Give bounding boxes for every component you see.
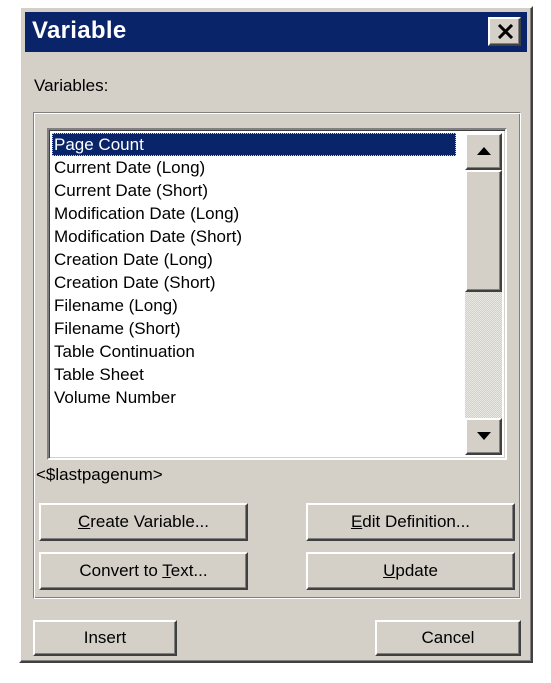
convert-to-text-button[interactable]: Convert to Text... <box>39 552 248 590</box>
close-button[interactable] <box>488 17 521 46</box>
update-label-post: pdate <box>395 561 438 580</box>
list-item[interactable]: Creation Date (Short) <box>52 271 456 294</box>
edit-definition-button[interactable]: Edit Definition... <box>306 503 515 541</box>
variables-listbox[interactable]: Page Count Current Date (Long) Current Dat… <box>47 128 507 460</box>
create-variable-button[interactable]: Create Variable... <box>39 503 248 541</box>
edit-definition-label-post: dit Definition... <box>362 512 471 531</box>
variables-label: Variables: <box>34 76 109 95</box>
update-mnemonic: U <box>383 561 396 580</box>
vertical-scrollbar[interactable] <box>465 133 502 455</box>
list-item[interactable]: Table Sheet <box>52 363 456 386</box>
arrow-up-icon <box>477 147 491 155</box>
cancel-button[interactable]: Cancel <box>375 620 521 656</box>
list-item[interactable]: Modification Date (Short) <box>52 225 456 248</box>
list-item[interactable]: Creation Date (Long) <box>52 248 456 271</box>
title-bar: Variable <box>25 12 527 52</box>
convert-to-text-label-post: ext... <box>170 561 208 580</box>
convert-to-text-mnemonic: T <box>162 561 171 580</box>
close-icon <box>497 24 514 39</box>
update-button[interactable]: Update <box>306 552 515 590</box>
scroll-down-button[interactable] <box>465 418 502 455</box>
list-item[interactable]: Filename (Short) <box>52 317 456 340</box>
variables-list: Page Count Current Date (Long) Current Dat… <box>52 133 456 409</box>
create-variable-mnemonic: C <box>77 512 91 531</box>
list-item[interactable]: Volume Number <box>52 386 456 409</box>
scroll-up-button[interactable] <box>465 133 502 170</box>
scroll-thumb[interactable] <box>465 170 502 292</box>
list-item[interactable]: Table Continuation <box>52 340 456 363</box>
arrow-down-icon <box>477 432 491 440</box>
list-item[interactable]: Filename (Long) <box>52 294 456 317</box>
list-item[interactable]: Modification Date (Long) <box>52 202 456 225</box>
window-title: Variable <box>32 17 127 44</box>
create-variable-label-post: reate Variable... <box>90 512 210 531</box>
variable-dialog: Variable Variables: Page Count Current Da… <box>19 6 533 663</box>
list-item[interactable]: Current Date (Long) <box>52 156 456 179</box>
list-item[interactable]: Current Date (Short) <box>52 179 456 202</box>
edit-definition-mnemonic: E <box>350 512 363 531</box>
list-item[interactable]: Page Count <box>52 133 456 156</box>
convert-to-text-label-pre: Convert to <box>79 561 163 580</box>
insert-button[interactable]: Insert <box>33 620 177 656</box>
variable-definition-text: <$lastpagenum> <box>36 465 163 484</box>
